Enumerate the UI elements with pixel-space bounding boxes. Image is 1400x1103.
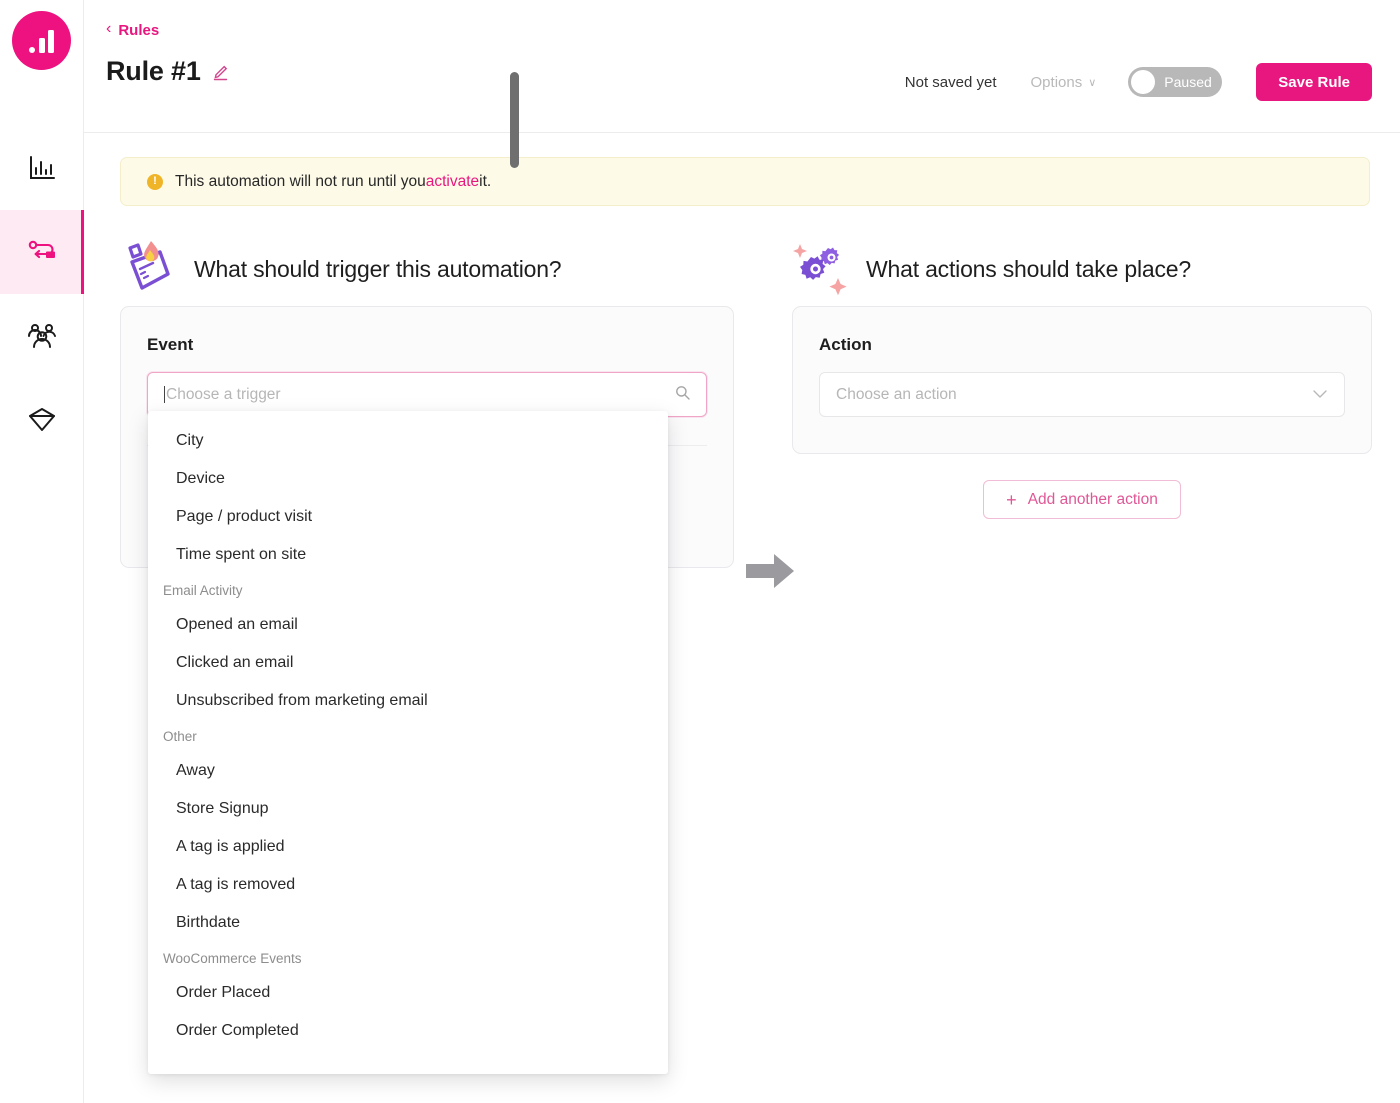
dropdown-option[interactable]: Page / product visit bbox=[148, 498, 668, 536]
sidebar bbox=[0, 0, 84, 1103]
activation-warning-banner: ! This automation will not run until you… bbox=[120, 157, 1370, 206]
options-label: Options bbox=[1030, 73, 1083, 91]
trigger-dropdown-menu[interactable]: City Device Page / product visit Time spent… bbox=[148, 411, 668, 1074]
search-icon bbox=[675, 385, 690, 405]
gears-sparkle-icon bbox=[792, 238, 848, 300]
action-heading: What actions should take place? bbox=[866, 255, 1191, 282]
trigger-section-header: What should trigger this automation? bbox=[120, 232, 734, 306]
trigger-dropdown-list: City Device Page / product visit Time spent… bbox=[148, 422, 668, 1074]
trigger-input-placeholder: Choose a trigger bbox=[166, 385, 281, 403]
dropdown-option[interactable]: Away bbox=[148, 752, 668, 790]
topbar-actions: Not saved yet Options ∨ Paused Save Rule bbox=[905, 63, 1372, 101]
lighter-flame-icon bbox=[120, 238, 176, 300]
action-section-header: What actions should take place? bbox=[792, 232, 1372, 306]
audience-people-icon bbox=[26, 321, 58, 351]
app-root: ‹ Rules Rule #1 Not saved yet Options ∨ bbox=[0, 0, 1400, 1103]
activate-link[interactable]: activate bbox=[426, 173, 479, 191]
bar-chart-icon bbox=[27, 153, 57, 183]
banner-text-before: This automation will not run until you bbox=[175, 172, 426, 190]
dropdown-option[interactable]: Order Placed bbox=[148, 974, 668, 1012]
trigger-heading: What should trigger this automation? bbox=[194, 255, 562, 282]
action-card-label: Action bbox=[819, 335, 872, 354]
right-arrow-icon bbox=[744, 550, 800, 592]
logo-bars-icon bbox=[29, 30, 54, 53]
save-rule-button[interactable]: Save Rule bbox=[1256, 63, 1372, 101]
dropdown-group-label: Other bbox=[163, 729, 197, 744]
dropdown-option[interactable]: Clicked an email bbox=[148, 644, 668, 682]
text-caret bbox=[164, 386, 165, 403]
action-select-placeholder: Choose an action bbox=[836, 385, 957, 403]
chevron-down-icon: ∨ bbox=[1088, 76, 1097, 89]
dropdown-option[interactable]: Opened an email bbox=[148, 606, 668, 644]
pencil-icon[interactable] bbox=[212, 64, 229, 86]
dropdown-option[interactable]: A tag is applied bbox=[148, 828, 668, 866]
banner-text-after: it. bbox=[479, 172, 492, 190]
box-package-icon bbox=[27, 405, 57, 435]
dropdown-option[interactable]: A tag is removed bbox=[148, 866, 668, 904]
add-action-label: Add another action bbox=[1027, 490, 1158, 508]
dropdown-option[interactable]: Time spent on site bbox=[148, 536, 668, 574]
analytics-logo[interactable] bbox=[12, 11, 71, 70]
dropdown-option[interactable]: Birthdate bbox=[148, 904, 668, 942]
dropdown-option[interactable]: Device bbox=[148, 460, 668, 498]
dropdown-option[interactable]: Unsubscribed from marketing email bbox=[148, 682, 668, 720]
toggle-knob bbox=[1131, 70, 1156, 94]
event-card-label: Event bbox=[147, 335, 194, 354]
sidebar-item-reports[interactable] bbox=[0, 126, 84, 210]
warning-icon: ! bbox=[147, 173, 163, 190]
options-dropdown-button[interactable]: Options ∨ bbox=[1031, 74, 1097, 91]
top-bar: ‹ Rules Rule #1 Not saved yet Options ∨ bbox=[84, 0, 1400, 133]
dropdown-scrollbar-thumb[interactable] bbox=[510, 72, 519, 168]
sidebar-nav bbox=[0, 126, 84, 462]
dropdown-option[interactable]: Store Signup bbox=[148, 790, 668, 828]
toggle-label: Paused bbox=[1164, 74, 1212, 90]
dropdown-option[interactable]: Order Completed bbox=[148, 1012, 668, 1050]
automation-flow-icon bbox=[26, 237, 58, 267]
breadcrumb-label: Rules bbox=[118, 21, 160, 39]
sidebar-item-products[interactable] bbox=[0, 378, 84, 462]
dropdown-group-label: WooCommerce Events bbox=[163, 951, 302, 966]
chevron-left-icon: ‹ bbox=[106, 20, 112, 37]
dropdown-group-label: Email Activity bbox=[163, 583, 243, 598]
action-select[interactable]: Choose an action bbox=[819, 372, 1345, 417]
add-action-wrap: + Add another action bbox=[792, 480, 1372, 519]
action-column: What actions should take place? Action C… bbox=[792, 232, 1372, 519]
add-another-action-button[interactable]: + Add another action bbox=[983, 480, 1181, 519]
sidebar-item-audience[interactable] bbox=[0, 294, 84, 378]
chevron-down-icon bbox=[1312, 386, 1328, 404]
action-card: Action Choose an action bbox=[792, 306, 1372, 454]
pause-activate-toggle[interactable]: Paused bbox=[1128, 67, 1223, 97]
breadcrumb-rules[interactable]: ‹ Rules bbox=[106, 21, 159, 39]
save-status-label: Not saved yet bbox=[904, 73, 997, 91]
sidebar-item-automations[interactable] bbox=[0, 210, 84, 294]
dropdown-option[interactable]: City bbox=[148, 422, 668, 460]
page-title: Rule #1 bbox=[106, 56, 201, 86]
plus-icon: + bbox=[1006, 489, 1017, 510]
